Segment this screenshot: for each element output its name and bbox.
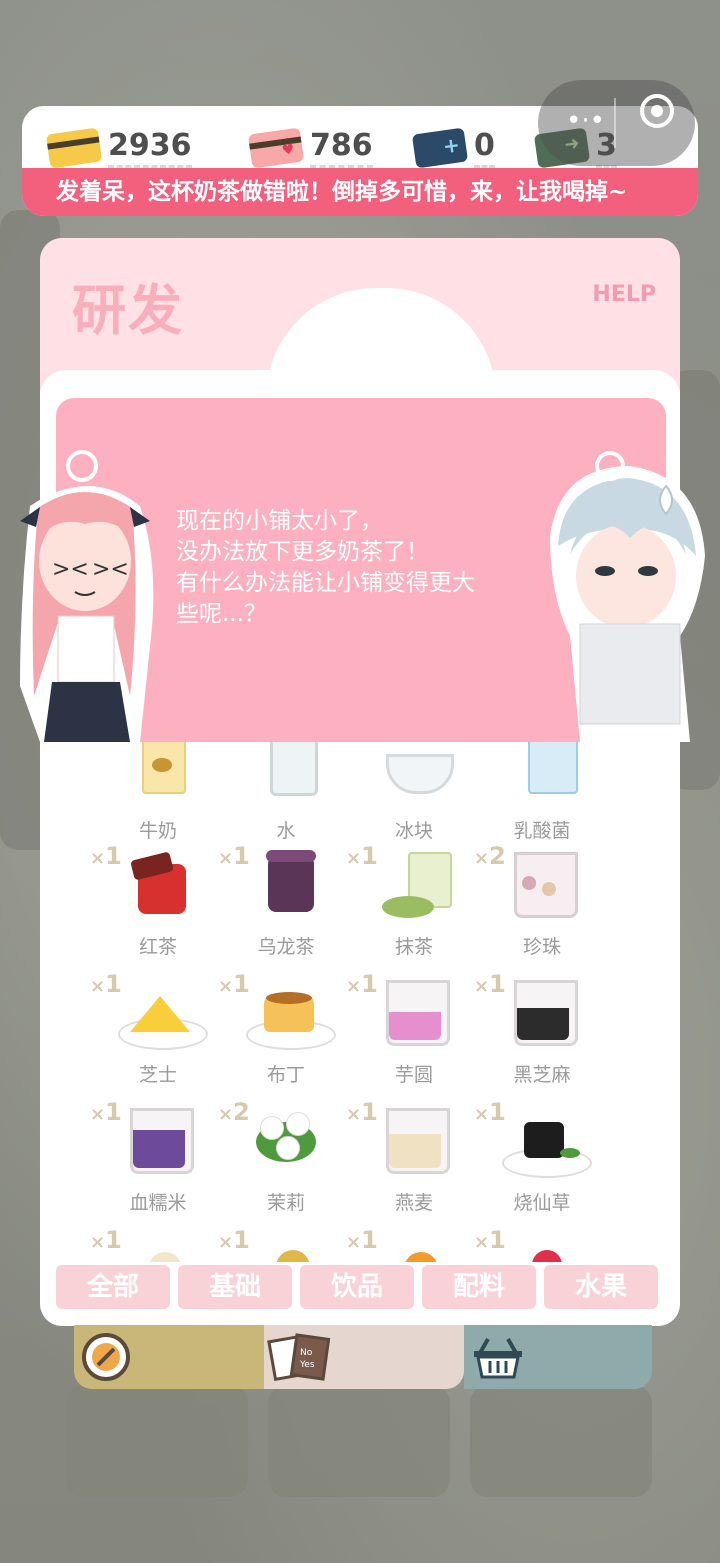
taro-balls-glass-icon [364,974,464,1054]
marquee-banner: 发着呆，这杯奶茶做错啦！倒掉多可惜，来，让我喝掉~ [22,168,698,216]
ingredient-item[interactable]: ×1 布丁 [218,970,350,1087]
ingredient-name: 布丁 [266,1064,305,1086]
basket-icon [474,1338,522,1379]
fruit-icon [108,1230,208,1262]
gold-card-value: 2936 [108,128,192,168]
ingredient-item[interactable]: ×1 烧仙草 [474,1098,606,1215]
nav-recipes[interactable]: No Yes [264,1325,464,1389]
ingredient-name: 抹茶 [394,936,433,958]
ingredient-item[interactable]: 水 [222,742,350,843]
durian-icon [236,1230,336,1262]
yakult-carton-icon [492,742,592,810]
tab-basic[interactable]: 基础 [178,1265,292,1309]
category-tabs: 全部 基础 饮品 配料 水果 [56,1265,658,1309]
ingredient-name: 燕麦 [394,1192,433,1214]
compass-icon [82,1333,130,1381]
ingredient-name: 冰块 [394,820,433,842]
ingredient-name: 珍珠 [522,936,561,958]
ingredient-name: 红茶 [138,936,177,958]
ingredient-item[interactable]: ×1 芝士 [90,970,222,1087]
ingredient-name: 黑芝麻 [513,1064,571,1086]
help-button[interactable]: HELP [592,282,656,307]
ingredient-name: 乳酸菌 [513,820,571,842]
ingredient-item[interactable]: ×1 乌龙茶 [218,842,350,959]
grass-jelly-icon [492,1102,592,1182]
dialog-line: 没办法放下更多奶茶了！ [176,539,429,565]
black-tea-tin-icon [108,846,208,926]
black-sesame-glass-icon [492,974,592,1054]
ingredient-item[interactable]: ×1 [346,1226,478,1262]
tab-drinks[interactable]: 饮品 [300,1265,414,1309]
svg-text:Yes: Yes [299,1360,315,1370]
dialog-text: 现在的小铺太小了， 没办法放下更多奶茶了！ 有什么办法能让小铺变得更大 些呢..… [176,506,536,630]
background-card [268,1385,450,1497]
capsule-divider [614,98,616,148]
oats-glass-icon [364,1102,464,1182]
ingredient-item[interactable]: ×1 [474,1226,606,1262]
more-dots-icon[interactable]: •·• [566,106,605,136]
ingredient-item[interactable]: ×1 红茶 [90,842,222,959]
ingredient-item[interactable]: ×1 芋圆 [346,970,478,1087]
ingredient-item[interactable]: ×1 燕麦 [346,1098,478,1215]
ingredient-name: 乌龙茶 [257,936,315,958]
water-glass-icon [236,742,336,810]
blue-card-value: 0 [474,128,495,168]
bottom-nav: No Yes [74,1325,652,1389]
oolong-jar-icon [236,846,336,926]
ingredient-item[interactable]: ×1 血糯米 [90,1098,222,1215]
tab-fruit[interactable]: 水果 [544,1265,658,1309]
nav-basket[interactable] [464,1325,652,1389]
ice-bowl-icon [364,742,464,810]
ingredient-name: 水 [276,820,296,842]
recipe-cards-icon: No Yes [267,1333,331,1382]
gold-card-icon [45,127,103,169]
ingredient-item[interactable]: ×2 茉莉 [218,1098,350,1215]
heart-card-icon: ♥ [247,127,305,169]
ingredient-item[interactable]: ×1 [90,1226,222,1262]
svg-text:><: >< [92,557,129,582]
ingredient-item[interactable]: 冰块 [350,742,478,843]
dragon-fruit-icon [492,1230,592,1262]
pink-card-value: 786 [310,128,373,168]
ingredient-name: 烧仙草 [513,1192,571,1214]
ingredient-item[interactable]: ×2 珍珠 [474,842,606,959]
ingredient-name: 茉莉 [266,1192,305,1214]
background-card [470,1385,652,1497]
ingredient-name: 芝士 [138,1064,177,1086]
svg-text:No: No [300,1348,313,1358]
boy-character [550,451,705,742]
ingredient-name: 芋圆 [394,1064,433,1086]
cheese-icon [108,974,208,1054]
girl-character: >< >< [20,450,154,742]
matcha-pack-icon [364,846,464,926]
miniprogram-capsule: •·• [538,80,695,166]
svg-text:><: >< [52,557,89,582]
jasmine-flower-icon [236,1102,336,1182]
nav-compass[interactable] [74,1325,264,1389]
dialog-line: 些呢...？ [176,601,267,627]
ingredient-item[interactable]: 乳酸菌 [478,742,606,843]
ingredient-name: 牛奶 [138,820,177,842]
tab-all[interactable]: 全部 [56,1265,170,1309]
ingredient-item[interactable]: ×1 [218,1226,350,1262]
tab-toppings[interactable]: 配料 [422,1265,536,1309]
panel-title: 研发 [72,279,184,342]
pearls-glass-icon [492,846,592,926]
mango-icon [364,1230,464,1262]
dialog-line: 现在的小铺太小了， [176,508,383,534]
ingredient-item[interactable]: 牛奶 [94,742,222,843]
milk-carton-icon [108,742,208,810]
close-target-icon[interactable] [640,94,674,128]
ingredient-item[interactable]: ×1 抹茶 [346,842,478,959]
ingredient-item[interactable]: ×1 黑芝麻 [474,970,606,1087]
purple-rice-glass-icon [108,1102,208,1182]
ingredient-grid: 牛奶 水 冰块 乳酸菌 ×1 红茶 ×1 乌龙茶 ×1 抹茶 ×2 珍珠 ×1 … [40,742,680,1262]
pudding-icon [236,974,336,1054]
background-card [66,1385,248,1497]
dialog-line: 有什么办法能让小铺变得更大 [176,570,475,596]
blue-card-icon: + [411,127,469,169]
ingredient-name: 血糯米 [129,1192,187,1214]
